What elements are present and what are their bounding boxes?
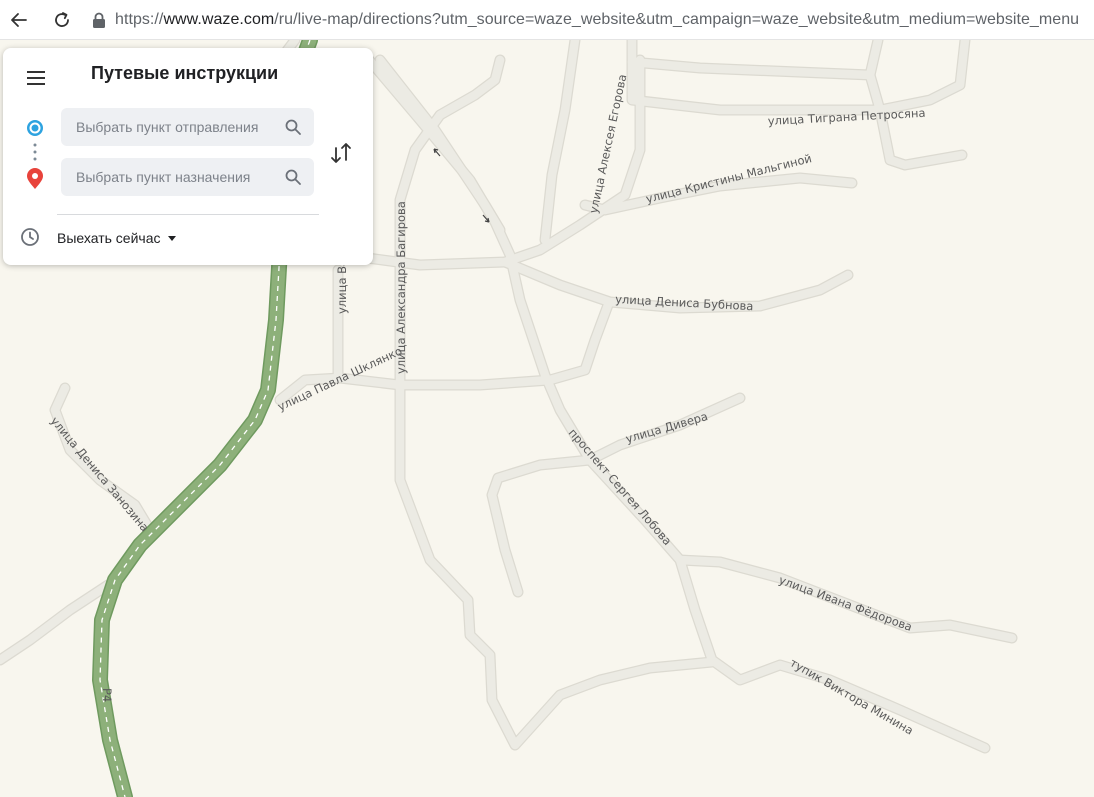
street-label-va: улица Ва — [335, 259, 349, 314]
depart-time-dropdown[interactable]: Выехать сейчас — [57, 228, 177, 248]
lock-icon[interactable] — [89, 0, 109, 40]
route-dots-icon — [33, 143, 37, 161]
destination-field[interactable] — [61, 158, 314, 196]
menu-button[interactable] — [21, 66, 51, 90]
clock-icon — [21, 228, 39, 246]
arrow-left-icon — [11, 12, 27, 27]
search-icon[interactable] — [284, 168, 302, 186]
depart-time-label: Выехать сейчас — [57, 230, 161, 246]
swap-directions-button[interactable] — [328, 140, 354, 168]
highway-label-r4: Р4 — [100, 688, 114, 702]
reload-icon — [55, 11, 69, 27]
browser-toolbar: https://www.waze.com/ru/live-map/directi… — [0, 0, 1094, 40]
destination-input[interactable] — [76, 169, 276, 185]
origin-field[interactable] — [61, 108, 314, 146]
hamburger-icon — [27, 71, 45, 85]
caret-down-icon — [168, 235, 177, 241]
url-host: www.waze.com — [163, 10, 275, 28]
reload-button[interactable] — [45, 0, 79, 40]
back-button[interactable] — [2, 0, 36, 40]
destination-pin-icon — [27, 168, 43, 189]
search-icon[interactable] — [284, 118, 302, 136]
url-path: /ru/live-map/directions?utm_source=waze_… — [274, 10, 1080, 28]
origin-marker-icon — [27, 120, 43, 136]
directions-panel: Путевые инструкции Выехат — [3, 48, 373, 265]
panel-divider — [57, 214, 319, 215]
address-bar[interactable]: https://www.waze.com/ru/live-map/directi… — [115, 11, 1079, 29]
url-prefix: https:// — [115, 10, 164, 28]
origin-input[interactable] — [76, 119, 276, 135]
panel-title: Путевые инструкции — [91, 63, 279, 83]
